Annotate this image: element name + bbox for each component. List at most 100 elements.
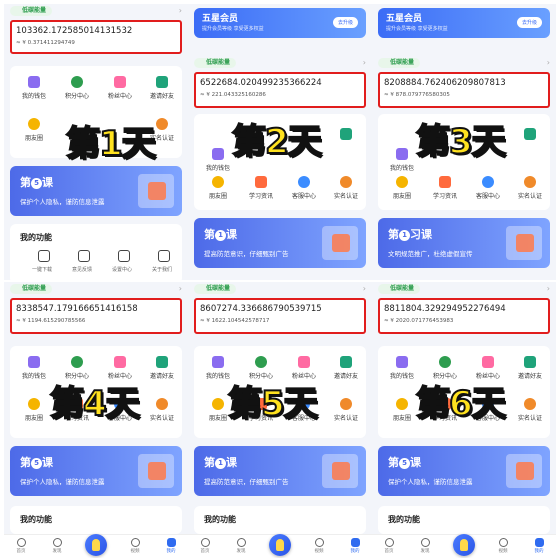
low-carbon-header[interactable]: 低碳能量 › bbox=[10, 6, 182, 16]
bulb-icon bbox=[276, 539, 284, 551]
center-action-button[interactable] bbox=[85, 534, 107, 556]
compass-icon bbox=[236, 538, 246, 547]
lesson-banner[interactable]: 第5课 保护个人隐私，谨防信息泄露 bbox=[10, 446, 182, 496]
panel-day-5: 低碳能量 › 8607274.336686790539715 ≈ ¥ 1622.1… bbox=[188, 282, 372, 558]
chevron-right-icon: › bbox=[362, 284, 366, 293]
tab-video[interactable]: 视频 bbox=[488, 538, 518, 554]
badge-icon bbox=[524, 176, 536, 188]
energy-balance-box: 103362.172585014131532 ≈ ¥ 0.37141129474… bbox=[10, 20, 182, 54]
lesson-banner[interactable]: 第5课 保护个人隐私，谨防信息泄露 bbox=[10, 166, 182, 216]
energy-balance-box: 8208884.762406209807813 ≈ ¥ 878.07977658… bbox=[378, 72, 550, 108]
center-action-button[interactable] bbox=[269, 534, 291, 556]
tab-discover[interactable]: 发现 bbox=[226, 538, 256, 554]
center-action-button[interactable] bbox=[453, 534, 475, 556]
wallet-icon bbox=[212, 356, 224, 368]
badge-icon bbox=[156, 398, 168, 410]
home-icon bbox=[384, 538, 394, 547]
study-icon bbox=[439, 176, 451, 188]
tab-video[interactable]: 视频 bbox=[120, 538, 150, 554]
bulb-icon bbox=[92, 539, 100, 551]
medal-icon bbox=[439, 356, 451, 368]
energy-balance-box: 8338547.179166651416158 ≈ ¥ 1194.6152907… bbox=[10, 298, 182, 334]
day-label: 第5天 bbox=[227, 383, 319, 425]
invite-button[interactable] bbox=[324, 128, 368, 140]
badge-icon bbox=[340, 176, 352, 188]
about-icon[interactable] bbox=[158, 250, 170, 262]
upgrade-button[interactable]: 去升级 bbox=[516, 17, 542, 28]
invite-button[interactable]: 邀请好友 bbox=[508, 356, 552, 380]
day-label: 第6天 bbox=[415, 383, 507, 425]
low-carbon-header[interactable]: 低碳能量 › bbox=[194, 58, 366, 68]
chevron-right-icon: › bbox=[546, 284, 550, 293]
moments-button[interactable]: 朋友圈 bbox=[196, 176, 240, 200]
rmb-value: ≈ ¥ 1194.615290785566 bbox=[16, 318, 86, 324]
my-functions-card: 我的功能 bbox=[10, 506, 182, 534]
study-button[interactable]: 学习资讯 bbox=[423, 176, 467, 200]
realname-button[interactable]: 实名认证 bbox=[508, 176, 552, 200]
service-button[interactable]: 客服中心 bbox=[282, 176, 326, 200]
rmb-value: ≈ ¥ 878.079776580305 bbox=[384, 92, 450, 98]
invite-button[interactable]: 邀请好友 bbox=[324, 356, 368, 380]
energy-value: 8208884.762406209807813 bbox=[384, 78, 506, 88]
panel-day-6: 低碳能量 › 8811804.329294952276494 ≈ ¥ 2020.0… bbox=[372, 282, 556, 558]
tab-discover[interactable]: 发现 bbox=[410, 538, 440, 554]
low-carbon-header[interactable]: 低碳能量 › bbox=[378, 284, 550, 294]
realname-button[interactable]: 实名认证 bbox=[324, 398, 368, 422]
collage-grid: 低碳能量 › 103362.172585014131532 ≈ ¥ 0.37141… bbox=[0, 0, 560, 560]
moments-button[interactable]: 朋友圈 bbox=[12, 118, 56, 142]
moments-button[interactable]: 朋友圈 bbox=[380, 176, 424, 200]
tab-video[interactable]: 视频 bbox=[304, 538, 334, 554]
play-icon bbox=[498, 538, 508, 547]
bottom-tab-bar: 首页 发现 视频 我的 bbox=[188, 534, 372, 558]
tab-mine[interactable]: 我的 bbox=[340, 538, 370, 554]
my-functions-card: 我的功能 一键下载 意见反馈 设置中心 关于我们 bbox=[10, 224, 182, 280]
medal-icon bbox=[71, 76, 83, 88]
user-icon bbox=[534, 538, 544, 547]
energy-value: 8338547.179166651416158 bbox=[16, 304, 138, 314]
day-label: 第1天 bbox=[65, 123, 157, 165]
invite-button[interactable] bbox=[508, 128, 552, 140]
fans-button[interactable]: 粉丝中心 bbox=[98, 76, 142, 100]
share-icon bbox=[524, 356, 536, 368]
moments-icon bbox=[396, 398, 408, 410]
tab-mine[interactable]: 我的 bbox=[524, 538, 554, 554]
lesson-banner[interactable]: 第1课 提高防范意识，仔细甄别广告 bbox=[194, 218, 366, 268]
study-icon bbox=[255, 176, 267, 188]
wallet-button[interactable]: 我的钱包 bbox=[12, 76, 56, 100]
share-icon bbox=[340, 356, 352, 368]
moments-icon bbox=[28, 398, 40, 410]
invite-button[interactable]: 邀请好友 bbox=[140, 356, 184, 380]
download-icon[interactable] bbox=[38, 250, 50, 262]
study-button[interactable]: 学习资讯 bbox=[239, 176, 283, 200]
heart-icon bbox=[114, 356, 126, 368]
moments-icon bbox=[28, 118, 40, 130]
tab-discover[interactable]: 发现 bbox=[42, 538, 72, 554]
points-button[interactable]: 积分中心 bbox=[55, 76, 99, 100]
feedback-icon[interactable] bbox=[78, 250, 90, 262]
service-button[interactable]: 客服中心 bbox=[466, 176, 510, 200]
member-banner[interactable]: 五星会员 提升会员等级 享受更多权益 去升级 bbox=[194, 8, 366, 38]
realname-button[interactable]: 实名认证 bbox=[140, 398, 184, 422]
realname-button[interactable]: 实名认证 bbox=[324, 176, 368, 200]
rmb-value: ≈ ¥ 2020.071776453983 bbox=[384, 318, 454, 324]
lesson-banner[interactable]: 第5课 保护个人隐私，谨防信息泄露 bbox=[378, 446, 550, 496]
tab-home[interactable]: 首页 bbox=[190, 538, 220, 554]
energy-balance-box: 8607274.336686790539715 ≈ ¥ 1622.1045425… bbox=[194, 298, 366, 334]
realname-button[interactable]: 实名认证 bbox=[508, 398, 552, 422]
share-icon bbox=[340, 128, 352, 140]
invite-button[interactable]: 邀请好友 bbox=[140, 76, 184, 100]
upgrade-button[interactable]: 去升级 bbox=[332, 17, 358, 28]
tab-mine[interactable]: 我的 bbox=[156, 538, 186, 554]
low-carbon-header[interactable]: 低碳能量 › bbox=[378, 58, 550, 68]
member-banner[interactable]: 五星会员 提升会员等级 享受更多权益 去升级 bbox=[378, 8, 550, 38]
tab-home[interactable]: 首页 bbox=[374, 538, 404, 554]
lesson-banner[interactable]: 第 1 习课 文明规范推广，杜绝虚假宣传 bbox=[378, 218, 550, 268]
home-icon bbox=[16, 538, 26, 547]
tab-home[interactable]: 首页 bbox=[6, 538, 36, 554]
lesson-banner[interactable]: 第1课 提高防范意识，仔细甄别广告 bbox=[194, 446, 366, 496]
panel-day-4: 低碳能量 › 8338547.179166651416158 ≈ ¥ 1194.6… bbox=[4, 282, 188, 558]
low-carbon-header[interactable]: 低碳能量 › bbox=[10, 284, 182, 294]
settings-icon[interactable] bbox=[118, 250, 130, 262]
wallet-icon bbox=[396, 356, 408, 368]
low-carbon-header[interactable]: 低碳能量 › bbox=[194, 284, 366, 294]
